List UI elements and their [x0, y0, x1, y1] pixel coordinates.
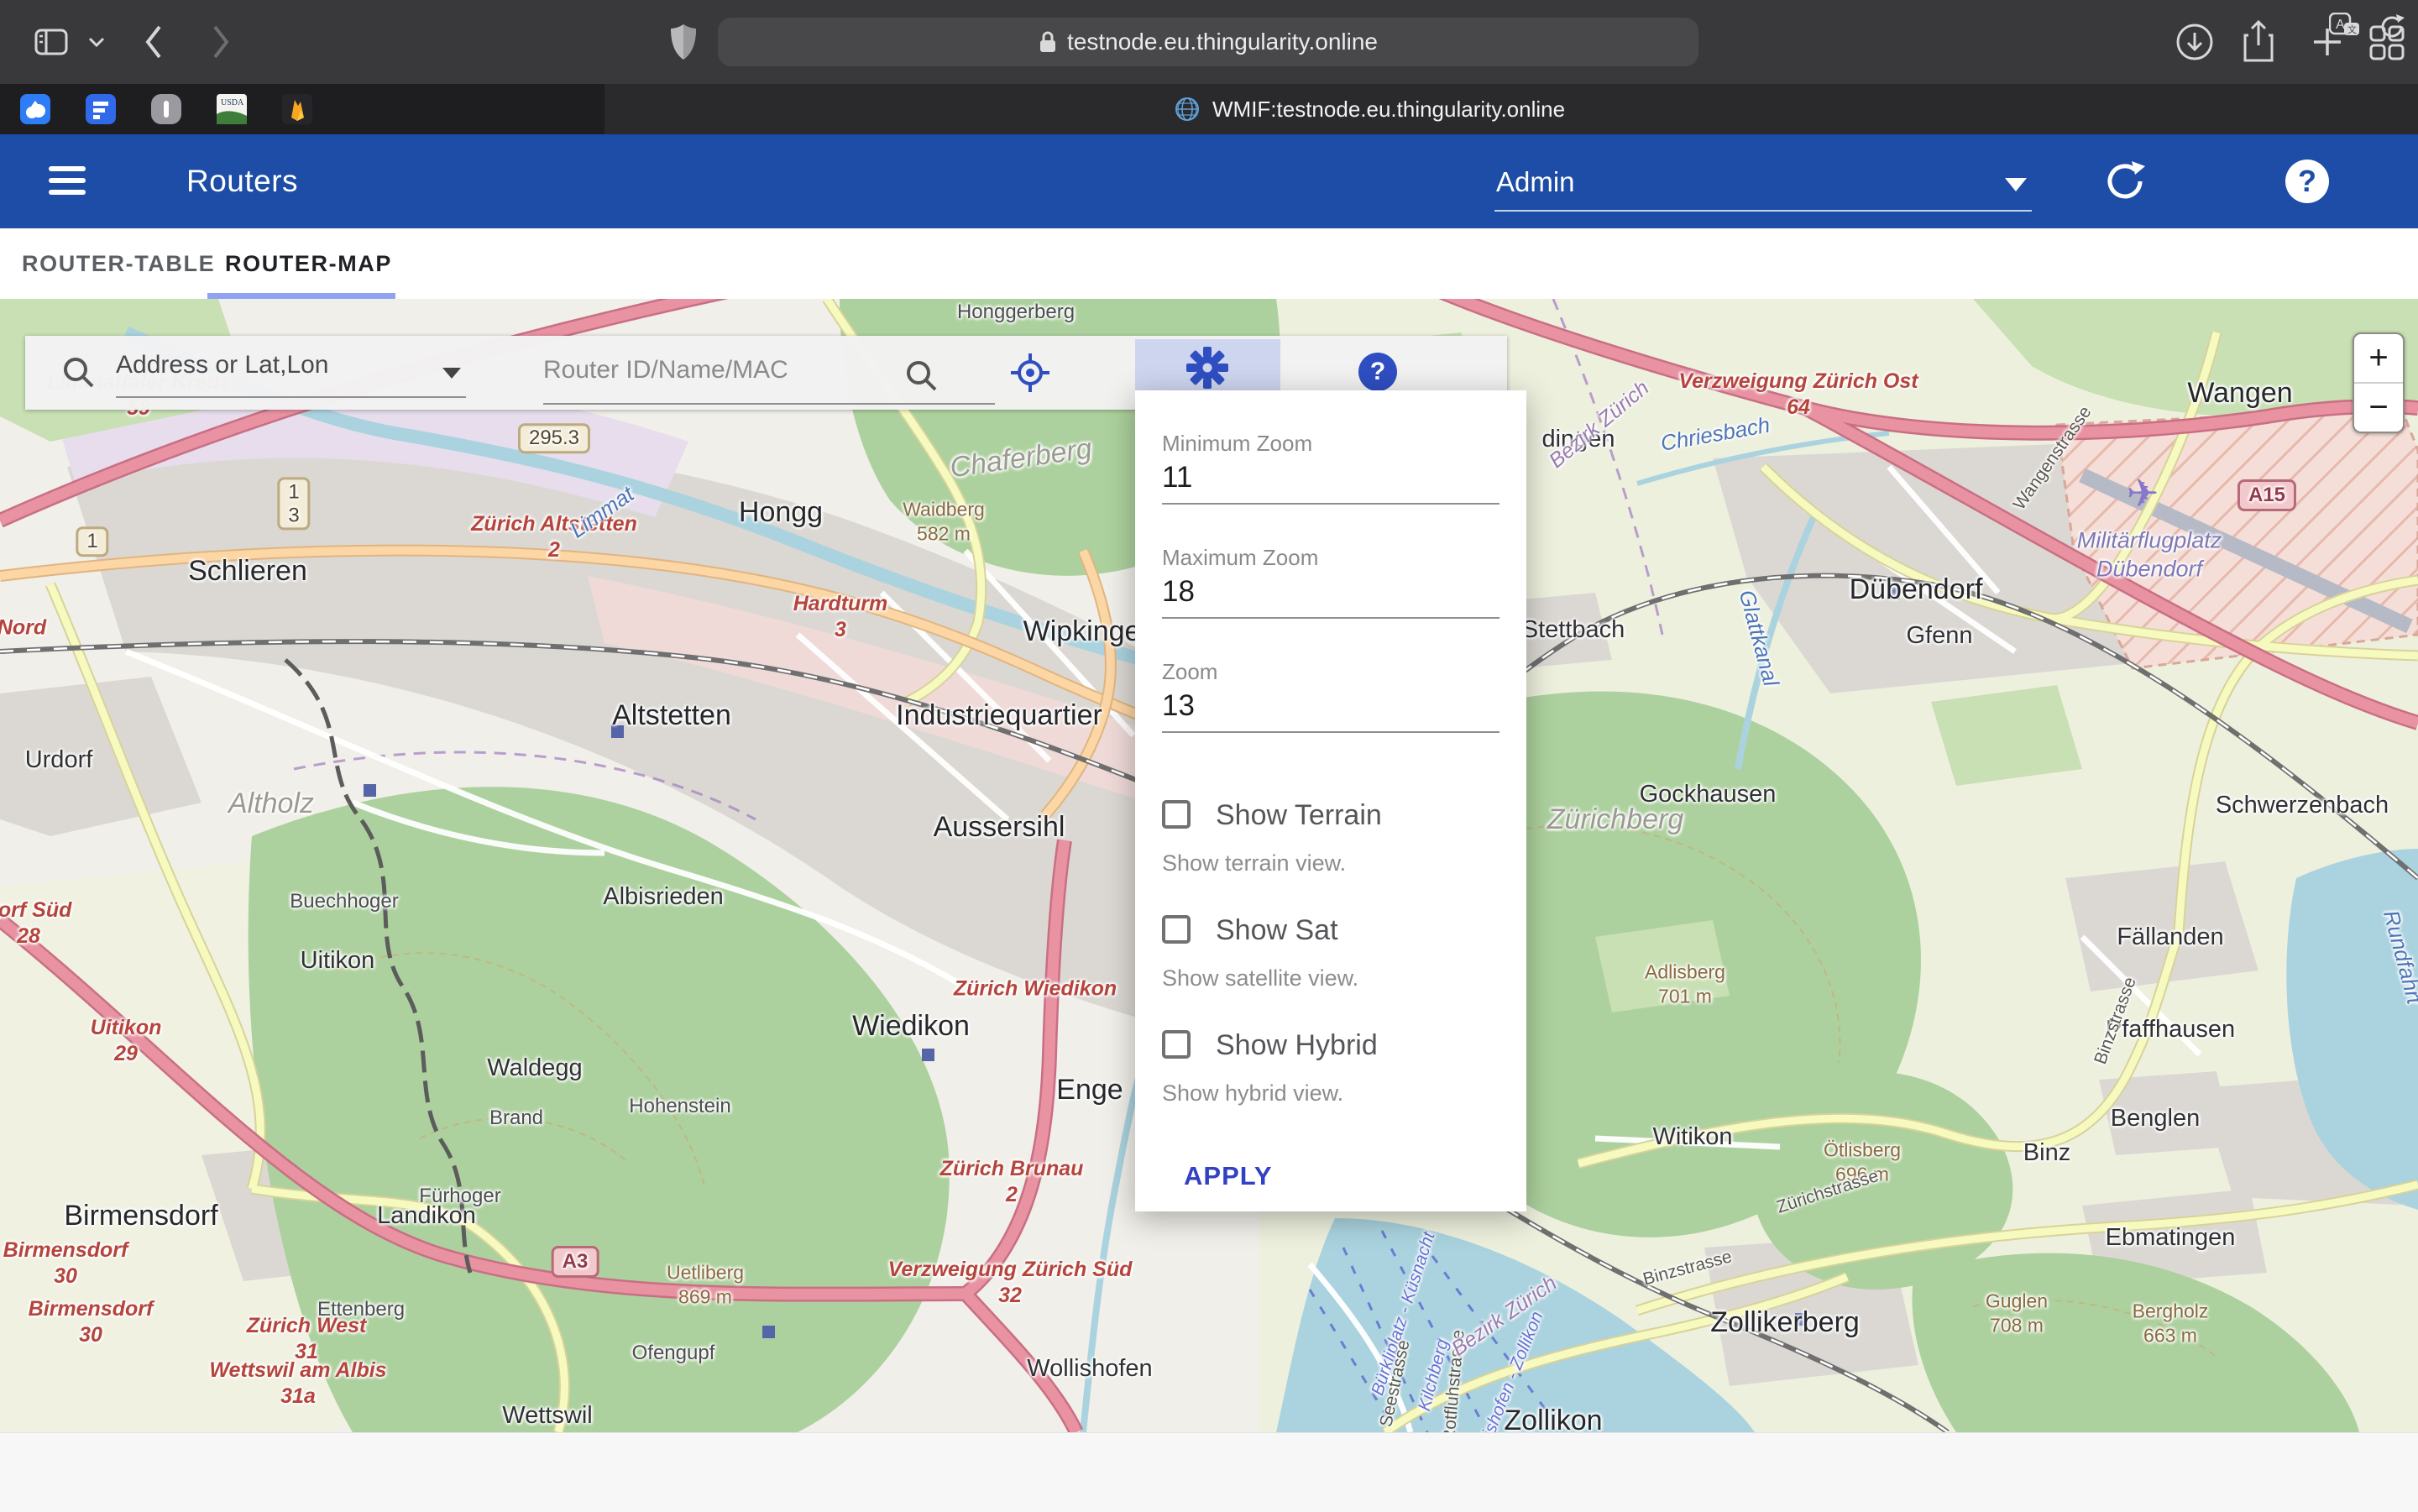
back-button[interactable]: [141, 22, 166, 62]
sidebar-toggle-icon[interactable]: [34, 25, 71, 59]
user-select-value: Admin: [1496, 166, 1575, 198]
globe-icon: [1174, 96, 1201, 123]
max-zoom-label: Maximum Zoom: [1162, 545, 1318, 571]
share-icon[interactable]: [2240, 18, 2277, 64]
svg-text:文: 文: [2347, 24, 2357, 35]
page-title: Routers: [186, 134, 298, 228]
active-tab[interactable]: WMIF:testnode.eu.thingularity.online: [1174, 84, 1565, 134]
zoom-out-button[interactable]: −: [2354, 384, 2403, 432]
docs-icon[interactable]: [86, 94, 116, 124]
select-underline: [116, 396, 466, 398]
zoom-label: Zoom: [1162, 659, 1217, 685]
user-select[interactable]: Admin: [1494, 160, 2032, 212]
show-hybrid-label[interactable]: Show Hybrid: [1216, 1029, 1378, 1062]
sidebar-chevron-icon[interactable]: [87, 35, 106, 49]
page-footer-area: [0, 1432, 2418, 1512]
show-hybrid-desc: Show hybrid view.: [1162, 1080, 1343, 1107]
search-type-select[interactable]: Address or Lat,Lon: [116, 351, 468, 396]
view-tabs: ROUTER-TABLE ROUTER-MAP: [0, 228, 2418, 299]
downloads-icon[interactable]: [2175, 22, 2215, 62]
forward-button[interactable]: [208, 22, 233, 62]
search-type-value: Address or Lat,Lon: [116, 351, 329, 379]
show-sat-label[interactable]: Show Sat: [1216, 914, 1338, 947]
router-search-button[interactable]: [903, 358, 940, 395]
browser-toolbar: testnode.eu.thingularity.online A 文: [0, 0, 2418, 84]
tab-overview-icon[interactable]: [2368, 24, 2406, 62]
firebase-icon[interactable]: [282, 94, 312, 124]
min-zoom-input[interactable]: 11: [1162, 461, 1192, 494]
menu-button[interactable]: [49, 166, 86, 196]
chevron-down-icon: [442, 368, 461, 379]
browser-tab-strip: USDA WMIF:testnode.eu.thingularity.onlin…: [0, 84, 2418, 134]
apply-button[interactable]: APPLY: [1184, 1161, 1273, 1191]
active-tab-indicator: [207, 293, 395, 299]
map-settings-panel: Minimum Zoom 11 Maximum Zoom 18 Zoom 13 …: [1135, 390, 1526, 1211]
settings-gear-icon[interactable]: [1185, 346, 1229, 390]
max-zoom-input[interactable]: 18: [1162, 575, 1195, 609]
router-map[interactable]: SchlierenUrdorfAltstettenHonggWipkingenI…: [0, 299, 2418, 1432]
show-terrain-label[interactable]: Show Terrain: [1216, 799, 1382, 832]
help-button[interactable]: ?: [2285, 160, 2329, 203]
favorites-bar: USDA: [0, 84, 604, 134]
url-text: testnode.eu.thingularity.online: [1067, 29, 1378, 55]
svg-text:USDA: USDA: [221, 98, 244, 107]
show-terrain-checkbox[interactable]: [1162, 800, 1191, 829]
show-hybrid-checkbox[interactable]: [1162, 1030, 1191, 1059]
gray-app-icon[interactable]: [151, 94, 181, 124]
show-terrain-desc: Show terrain view.: [1162, 850, 1346, 876]
map-zoom-control: + −: [2353, 332, 2405, 433]
chevron-down-icon: [2005, 178, 2027, 191]
address-bar[interactable]: testnode.eu.thingularity.online: [718, 18, 1698, 66]
search-icon: [60, 354, 97, 391]
min-zoom-label: Minimum Zoom: [1162, 431, 1312, 457]
refresh-button[interactable]: [2103, 158, 2147, 205]
zoom-in-button[interactable]: +: [2354, 334, 2403, 384]
tab-router-table[interactable]: ROUTER-TABLE: [22, 228, 215, 299]
app-header: Routers Admin ?: [0, 134, 2418, 228]
show-sat-checkbox[interactable]: [1162, 915, 1191, 944]
router-search-input[interactable]: Router ID/Name/MAC: [543, 356, 946, 385]
tab-title-text: WMIF:testnode.eu.thingularity.online: [1212, 97, 1565, 123]
icloud-icon[interactable]: [20, 94, 50, 124]
tab-router-map[interactable]: ROUTER-MAP: [225, 228, 392, 299]
locate-icon[interactable]: [1009, 352, 1051, 394]
input-underline: [543, 403, 995, 405]
zoom-input[interactable]: 13: [1162, 689, 1195, 723]
privacy-shield-icon[interactable]: [668, 22, 699, 62]
lock-icon: [1039, 29, 1057, 55]
show-sat-desc: Show satellite view.: [1162, 965, 1358, 991]
map-help-button[interactable]: ?: [1358, 353, 1397, 391]
usda-icon[interactable]: USDA: [217, 94, 247, 124]
new-tab-icon[interactable]: [2311, 25, 2344, 59]
